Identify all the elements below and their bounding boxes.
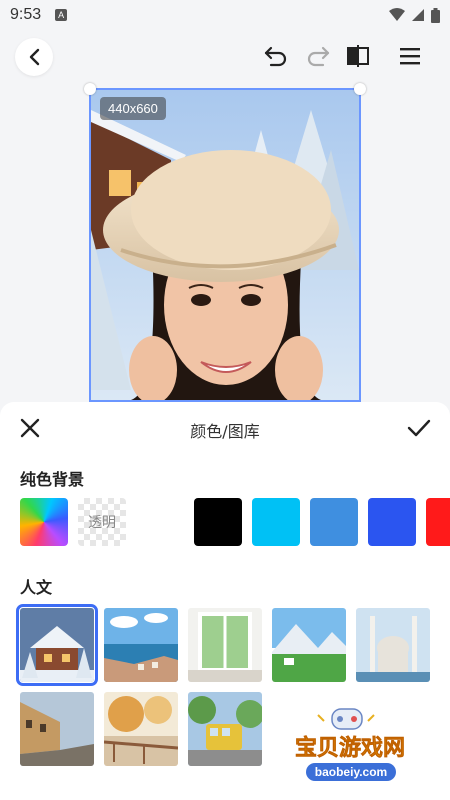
confirm-button[interactable] xyxy=(406,416,432,440)
sheet-title: 颜色/图库 xyxy=(190,422,260,441)
transparent-label: 透明 xyxy=(88,515,116,531)
undo-button[interactable] xyxy=(262,42,290,70)
undo-icon xyxy=(264,46,287,67)
gallery-thumb-old-street[interactable] xyxy=(20,692,94,766)
wifi-icon xyxy=(389,8,405,21)
photo-canvas[interactable] xyxy=(89,88,361,402)
menu-button[interactable] xyxy=(396,42,424,70)
back-icon xyxy=(29,48,40,66)
gallery-thumb-snow-house[interactable] xyxy=(16,604,98,686)
color-swatch-sky-blue[interactable] xyxy=(310,498,358,546)
color-swatch-blue[interactable] xyxy=(368,498,416,546)
color-swatch-white[interactable] xyxy=(136,498,184,546)
redo-button[interactable] xyxy=(304,42,332,70)
notification-badge: A xyxy=(55,9,68,21)
resize-handle-top-right[interactable] xyxy=(354,83,366,95)
status-time: 9:53 xyxy=(10,6,42,23)
gallery-thumb-mountain-meadow[interactable] xyxy=(272,608,346,682)
gallery-thumb-window-room[interactable] xyxy=(188,608,262,682)
transparent-swatch[interactable]: 透明 xyxy=(78,498,126,546)
gallery-thumb-autumn-bridge[interactable] xyxy=(104,692,178,766)
compare-icon xyxy=(347,45,369,67)
color-swatch-red[interactable] xyxy=(426,498,450,546)
humanities-section-title: 人文 xyxy=(20,578,53,597)
compare-button[interactable] xyxy=(344,42,372,70)
resize-handle-top-left[interactable] xyxy=(84,83,96,95)
signal-icon xyxy=(412,9,424,21)
canvas-size-badge: 440x660 xyxy=(100,97,166,120)
color-swatch-black[interactable] xyxy=(194,498,242,546)
color-picker-swatch[interactable] xyxy=(20,498,68,546)
portrait-photo xyxy=(91,90,359,400)
solid-color-section-title: 纯色背景 xyxy=(20,470,85,489)
gallery-thumb-mosque[interactable] xyxy=(356,608,430,682)
gallery-thumb-tram-street[interactable] xyxy=(188,692,262,766)
sheet-header: 颜色/图库 xyxy=(0,402,450,456)
svg-text:baobeiy.com: baobeiy.com xyxy=(315,765,387,779)
gallery-thumb-seaside-town[interactable] xyxy=(104,608,178,682)
menu-icon xyxy=(400,48,420,65)
svg-text:宝贝游戏网: 宝贝游戏网 xyxy=(295,735,405,761)
status-bar: 9:53 A xyxy=(0,0,450,30)
site-watermark-logo: 宝贝游戏网 baobeiy.com xyxy=(270,705,430,795)
color-swatch-list: 透明 xyxy=(20,498,450,546)
back-button[interactable] xyxy=(15,38,53,76)
color-swatch-cyan[interactable] xyxy=(252,498,300,546)
battery-icon xyxy=(431,7,440,23)
check-icon xyxy=(407,419,431,437)
redo-icon xyxy=(307,46,330,67)
editor-toolbar xyxy=(0,36,450,78)
